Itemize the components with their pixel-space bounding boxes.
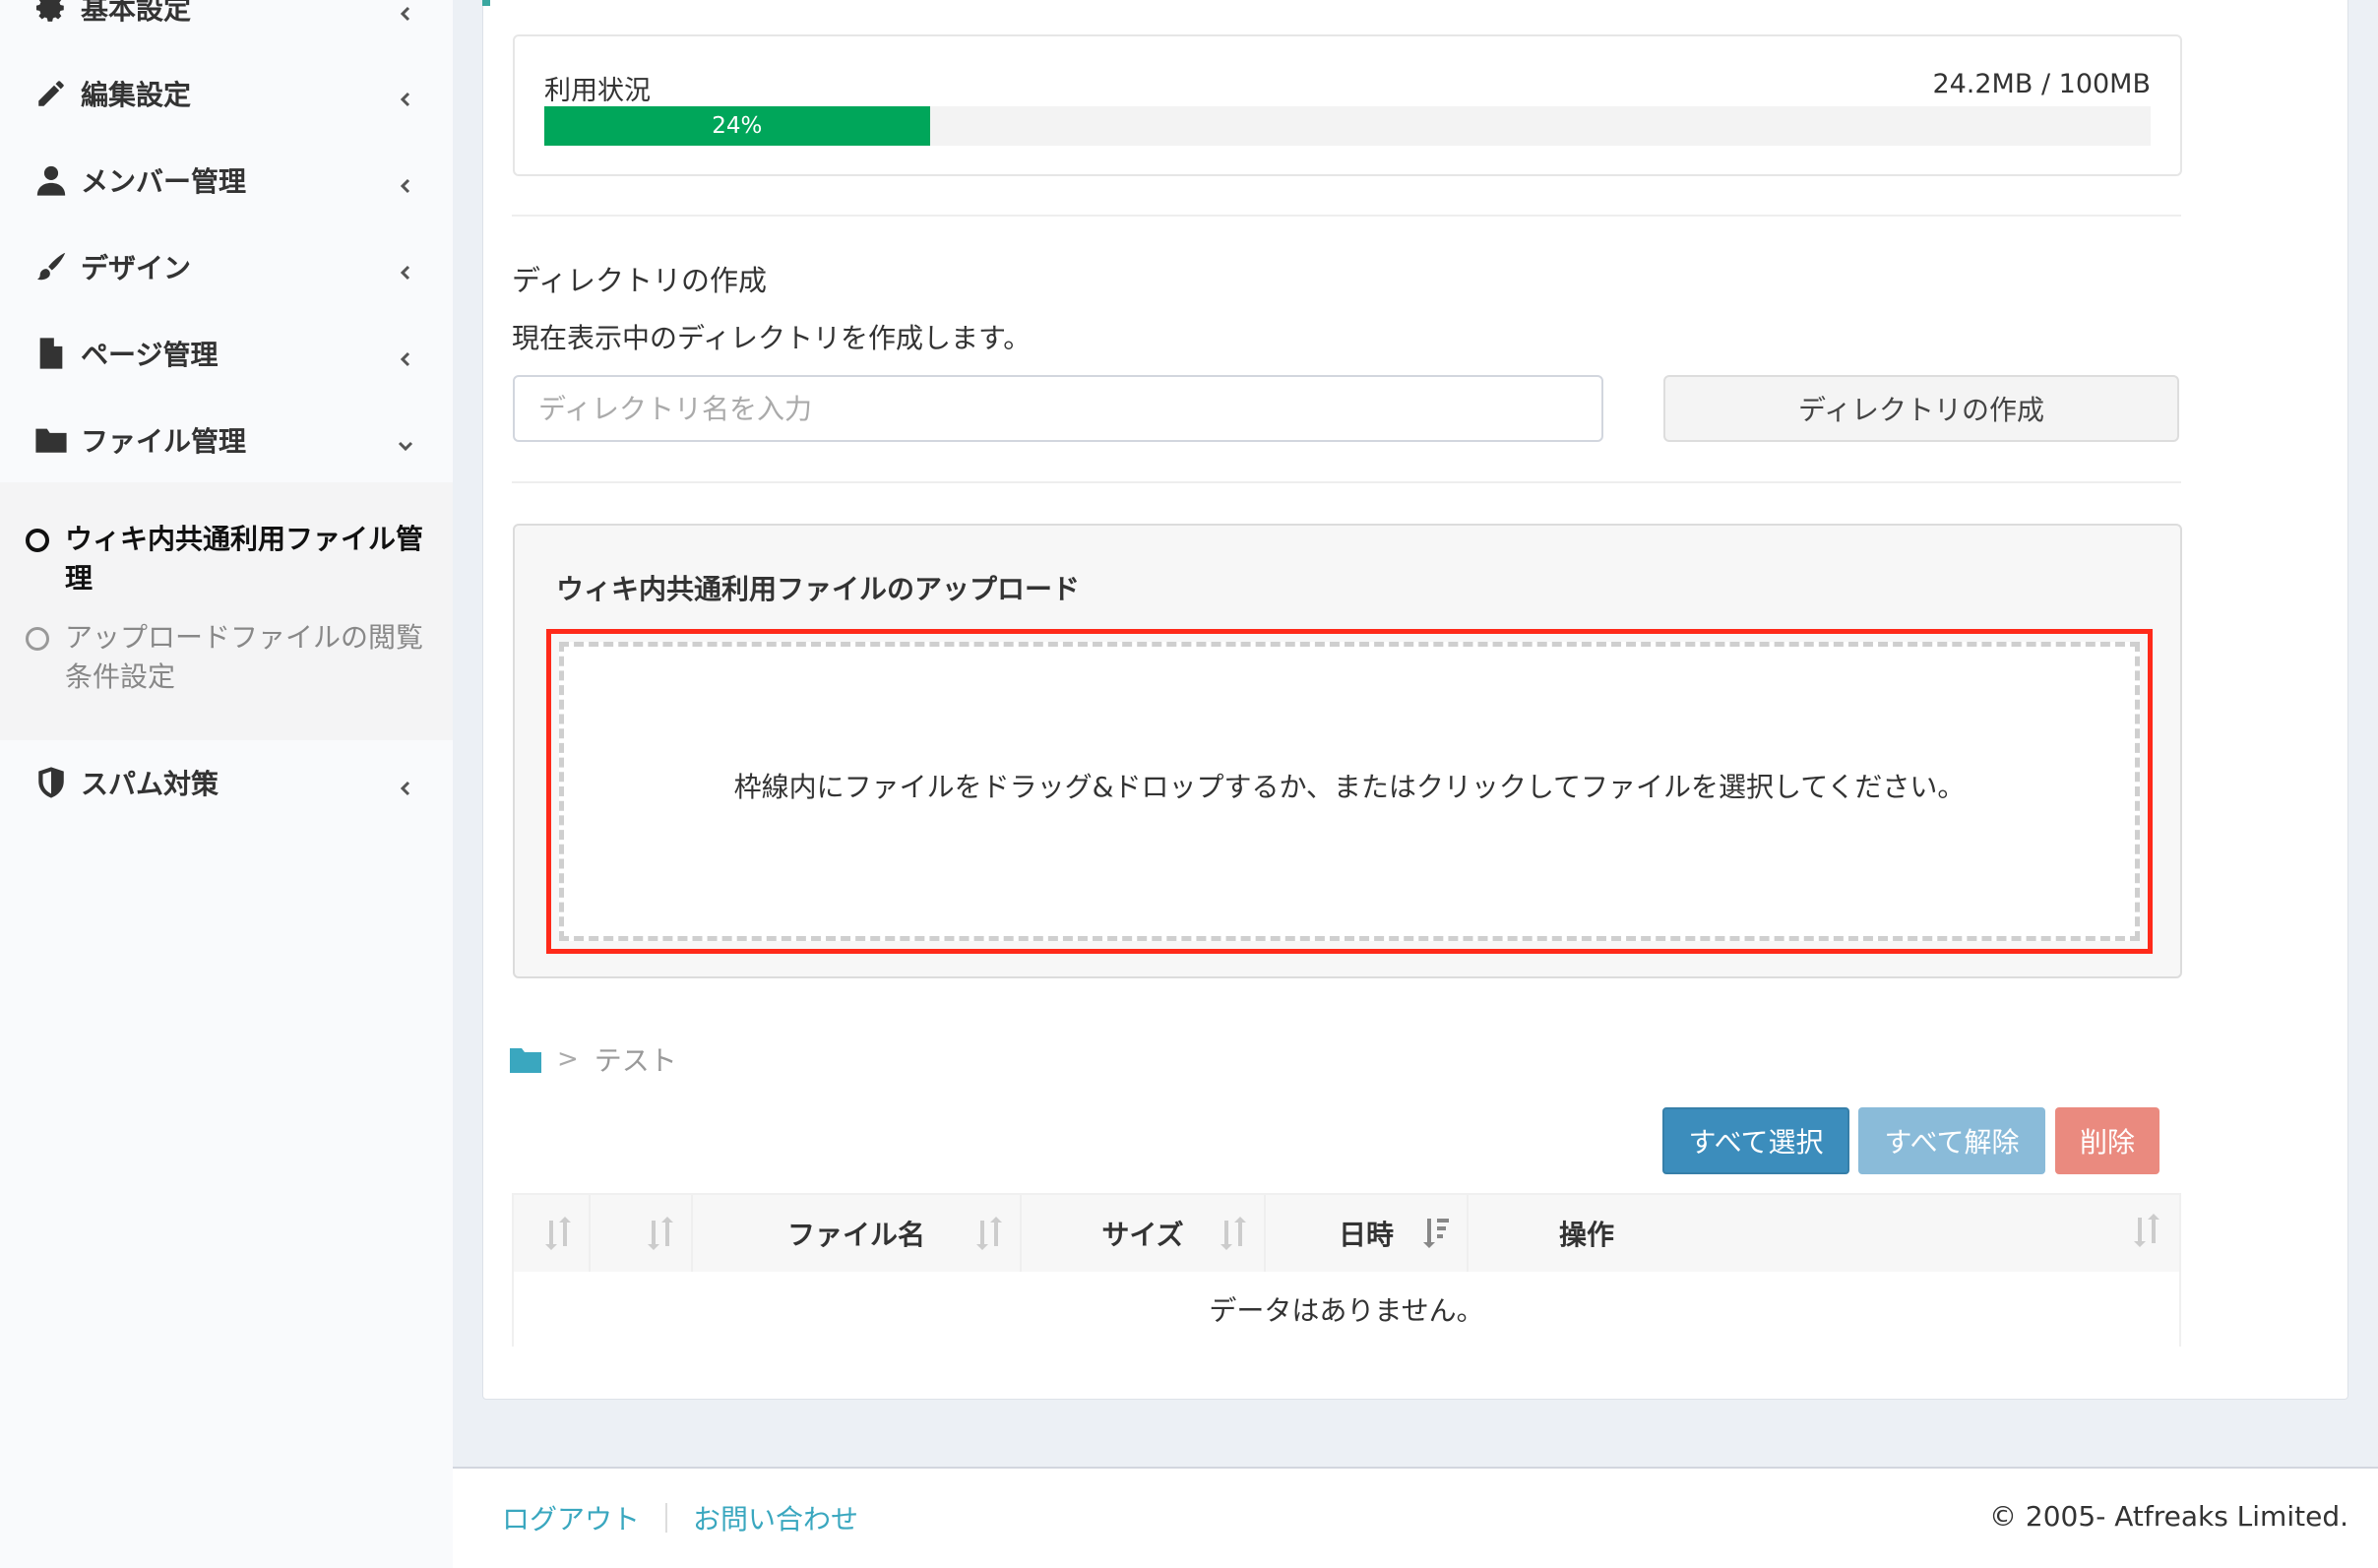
shield-icon <box>33 766 69 799</box>
sidebar: 基本設定 編集設定 メンバー管理 デザイン ページ管理 ファイル管理 ウィキ内共… <box>0 0 453 1568</box>
breadcrumb-separator: > <box>557 1044 579 1074</box>
directory-name-input[interactable] <box>513 375 1603 442</box>
sidebar-item-label: ファイル管理 <box>81 425 247 458</box>
sort-icon <box>1219 1217 1248 1250</box>
column-header-filename[interactable]: ファイル名 <box>693 1195 1022 1272</box>
column-header-date[interactable]: 日時 <box>1266 1195 1469 1272</box>
sidebar-item-label: デザイン <box>81 252 192 284</box>
sort-desc-icon <box>1421 1217 1451 1250</box>
file-icon <box>33 337 69 370</box>
folder-icon <box>33 423 69 457</box>
sidebar-item-label: メンバー管理 <box>81 165 247 198</box>
dropzone-highlight: 枠線内にファイルをドラッグ&ドロップするか、またはクリックしてファイルを選択して… <box>546 629 2153 954</box>
sidebar-item-design[interactable]: デザイン <box>0 223 453 310</box>
submenu-item-shared-files[interactable]: ウィキ内共通利用ファイル管 理 <box>26 520 423 598</box>
circle-icon <box>26 627 49 651</box>
deselect-all-button[interactable]: すべて解除 <box>1858 1107 2045 1174</box>
create-directory-button[interactable]: ディレクトリの作成 <box>1663 375 2179 442</box>
file-management-submenu: ウィキ内共通利用ファイル管 理 アップロードファイルの閲覧 条件設定 <box>0 482 453 740</box>
sidebar-item-label: スパム対策 <box>81 768 219 800</box>
usage-size: 24.2MB / 100MB <box>1932 69 2151 99</box>
pencil-icon <box>33 77 69 110</box>
panel-accent <box>482 0 490 6</box>
brush-icon <box>33 250 69 283</box>
chevron-left-icon <box>396 170 415 194</box>
sidebar-item-member-management[interactable]: メンバー管理 <box>0 137 453 223</box>
divider <box>512 215 2181 217</box>
circle-icon <box>26 529 49 552</box>
table-empty-row: データはありません。 <box>514 1272 2179 1347</box>
chevron-left-icon <box>396 257 415 281</box>
logout-link[interactable]: ログアウト <box>502 1498 640 1537</box>
copyright: © 2005- Atfreaks Limited. <box>1989 1500 2348 1533</box>
footer-links: ログアウト お問い合わせ <box>502 1498 858 1537</box>
footer: ログアウト お問い合わせ © 2005- Atfreaks Limited. <box>453 1467 2378 1568</box>
sidebar-item-page-management[interactable]: ページ管理 <box>0 310 453 397</box>
chevron-left-icon <box>396 344 415 367</box>
directory-description: 現在表示中のディレクトリを作成します。 <box>512 322 1032 354</box>
file-dropzone[interactable]: 枠線内にファイルをドラッグ&ドロップするか、またはクリックしてファイルを選択して… <box>559 642 2140 941</box>
empty-message: データはありません。 <box>1209 1294 1484 1327</box>
file-table: ファイル名 サイズ 日時 操作 データはありません。 <box>512 1193 2181 1347</box>
submenu-item-label: ウィキ内共通利用ファイル管 理 <box>65 523 424 595</box>
table-header: ファイル名 サイズ 日時 操作 <box>514 1195 2179 1272</box>
usage-progress-bar: 24% <box>544 106 2151 146</box>
directory-heading: ディレクトリの作成 <box>512 264 767 297</box>
usage-box: 利用状況 24.2MB / 100MB 24% <box>513 34 2182 176</box>
sidebar-item-file-management[interactable]: ファイル管理 <box>0 397 453 483</box>
upload-box: ウィキ内共通利用ファイルのアップロード 枠線内にファイルをドラッグ&ドロップする… <box>513 524 2182 978</box>
chevron-down-icon <box>396 430 415 452</box>
usage-label: 利用状況 <box>544 76 651 106</box>
gear-icon <box>33 0 69 25</box>
sidebar-item-label: ページ管理 <box>81 339 219 371</box>
column-header-checkbox[interactable] <box>514 1195 591 1272</box>
sort-icon <box>646 1217 675 1250</box>
chevron-left-icon <box>396 0 415 22</box>
sidebar-item-edit-settings[interactable]: 編集設定 <box>0 50 453 137</box>
delete-button[interactable]: 削除 <box>2055 1107 2159 1174</box>
sidebar-item-spam-protection[interactable]: スパム対策 <box>0 739 453 826</box>
column-header-size[interactable]: サイズ <box>1022 1195 1266 1272</box>
usage-progress-fill: 24% <box>544 106 930 146</box>
chevron-left-icon <box>396 84 415 107</box>
upload-title: ウィキ内共通利用ファイルのアップロード <box>556 573 1081 605</box>
select-all-button[interactable]: すべて選択 <box>1662 1107 1849 1174</box>
breadcrumb: > テスト <box>510 1039 677 1079</box>
user-icon <box>33 163 69 197</box>
submenu-item-label: アップロードファイルの閲覧 条件設定 <box>65 621 424 693</box>
sidebar-item-basic-settings[interactable]: 基本設定 <box>0 0 453 51</box>
column-header-type[interactable] <box>591 1195 693 1272</box>
breadcrumb-current: テスト <box>594 1044 677 1077</box>
sort-icon <box>974 1217 1004 1250</box>
sort-icon <box>543 1217 573 1250</box>
sidebar-item-label: 編集設定 <box>81 79 192 111</box>
contact-link[interactable]: お問い合わせ <box>693 1498 858 1537</box>
divider <box>512 481 2181 483</box>
sort-icon[interactable] <box>2132 1214 2161 1247</box>
footer-divider <box>665 1503 668 1533</box>
column-header-actions[interactable]: 操作 <box>1469 1195 2181 1272</box>
sidebar-item-label: 基本設定 <box>81 0 192 26</box>
dropzone-text: 枠線内にファイルをドラッグ&ドロップするか、またはクリックしてファイルを選択して… <box>733 771 1966 803</box>
submenu-item-view-conditions[interactable]: アップロードファイルの閲覧 条件設定 <box>26 618 423 697</box>
chevron-left-icon <box>396 773 415 796</box>
folder-icon[interactable] <box>510 1045 541 1073</box>
